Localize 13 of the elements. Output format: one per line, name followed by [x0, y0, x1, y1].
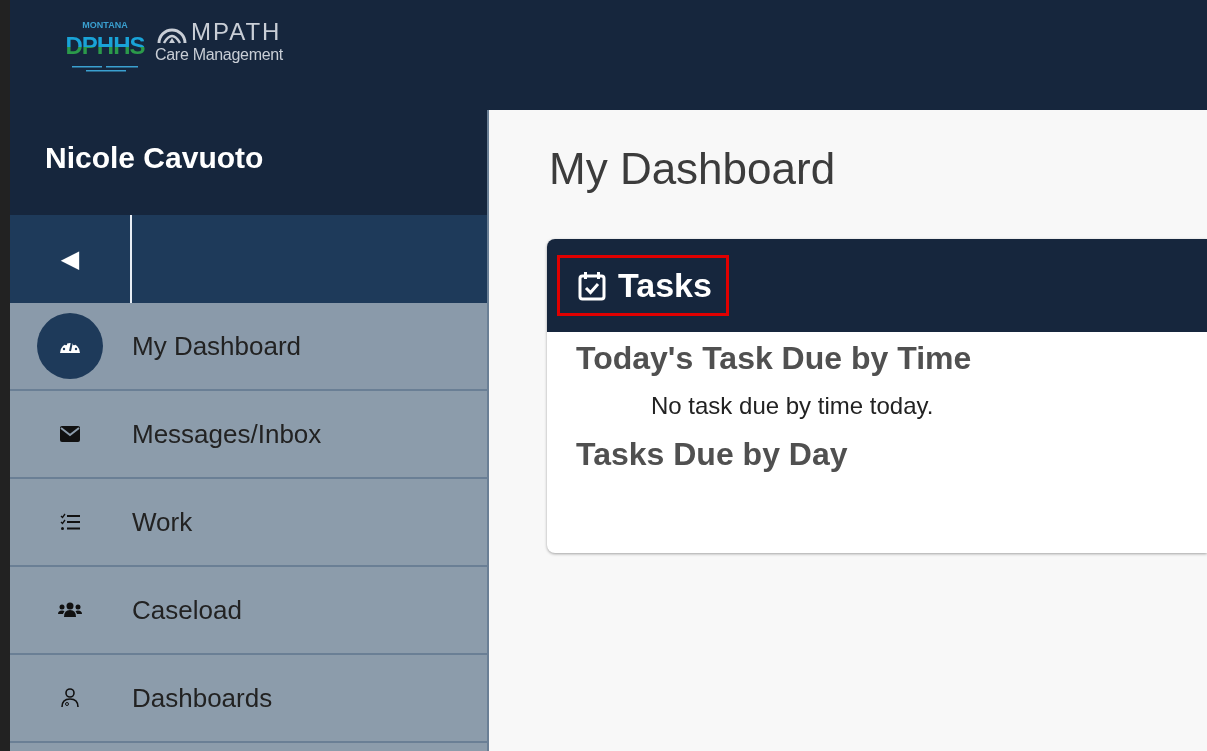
- section-heading: Today's Task Due by Time: [576, 339, 973, 378]
- empty-message: No task due by time today.: [651, 392, 935, 420]
- product-name: MPATH: [191, 18, 282, 46]
- people-icon: [58, 602, 82, 618]
- calendar-check-icon: [578, 270, 606, 301]
- card-title: Tasks: [618, 266, 712, 305]
- person-icon: [61, 688, 79, 708]
- page-title: My Dashboard: [549, 144, 837, 195]
- product-subtitle: Care Management: [155, 46, 284, 64]
- checklist-icon: [60, 513, 80, 531]
- section-heading: Tasks Due by Day: [576, 435, 849, 474]
- envelope-icon: [60, 426, 80, 442]
- user-name: Nicole Cavuoto: [45, 140, 264, 175]
